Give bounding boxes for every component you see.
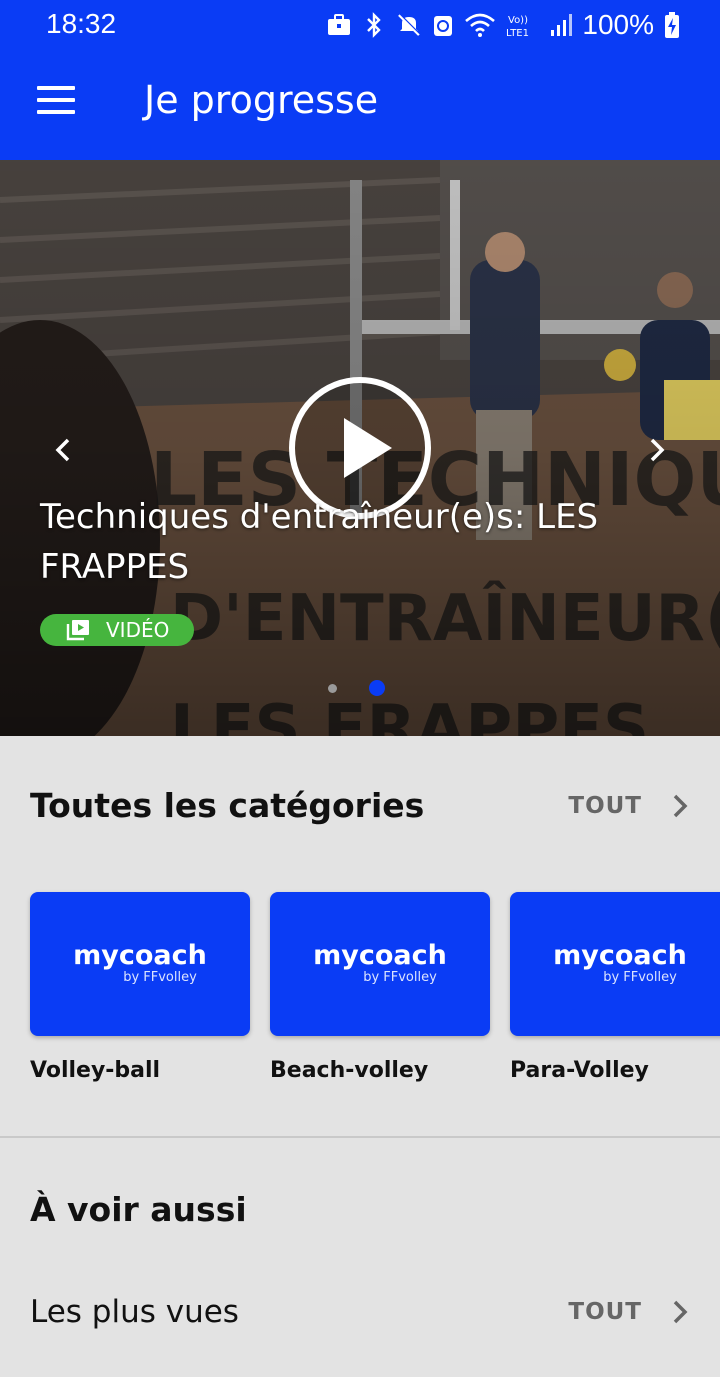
video-badge-label: VIDÉO — [106, 618, 170, 642]
battery-level: 100% — [582, 9, 654, 40]
category-card-para-volley[interactable]: mycoach by FFvolley Para-Volley — [510, 892, 720, 1083]
carousel-dot-active[interactable] — [369, 680, 385, 696]
logo-sub-text: by FFvolley — [603, 970, 677, 985]
svg-text:Vo)): Vo)) — [508, 15, 528, 26]
categories-title: Toutes les catégories — [30, 786, 425, 825]
hamburger-menu-icon[interactable] — [34, 86, 78, 126]
categories-header: Toutes les catégories TOUT — [30, 786, 690, 825]
featured-caption[interactable]: Techniques d'entraîneur(e)s: LES FRAPPES — [40, 492, 660, 592]
category-card-beach-volley[interactable]: mycoach by FFvolley Beach-volley — [270, 892, 490, 1083]
status-icons: Vo)) LTE1 100% — [326, 8, 680, 42]
mycoach-logo: mycoach by FFvolley — [30, 892, 250, 1036]
volte-icon: Vo)) LTE1 — [506, 15, 529, 38]
signal-icon — [551, 14, 573, 36]
mute-icon — [398, 13, 421, 36]
category-card-volley-ball[interactable]: mycoach by FFvolley Volley-ball — [30, 892, 250, 1083]
svg-text:LTE1: LTE1 — [506, 28, 529, 38]
app-bar: Je progresse — [0, 52, 720, 160]
featured-carousel[interactable]: LES TECHNIQUES D'ENTRAÎNEUR(E) LES FRAPP… — [0, 160, 720, 736]
most-viewed-header: Les plus vues TOUT — [30, 1294, 690, 1330]
category-label: Volley-ball — [30, 1058, 161, 1083]
most-viewed-see-all-label: TOUT — [568, 1299, 642, 1325]
logo-sub-text: by FFvolley — [363, 970, 437, 985]
video-badge: VIDÉO — [40, 614, 194, 646]
category-label: Para-Volley — [510, 1058, 649, 1083]
logo-main-text: mycoach — [553, 940, 687, 971]
chevron-right-icon — [673, 794, 688, 817]
carousel-dot[interactable] — [328, 683, 337, 693]
category-list: mycoach by FFvolley Volley-ball mycoach … — [30, 892, 720, 1083]
chevron-right-icon — [673, 1300, 688, 1324]
battery-icon — [665, 12, 679, 38]
bluetooth-icon — [367, 12, 382, 38]
categories-see-all-button[interactable]: TOUT — [568, 792, 690, 820]
video-library-icon — [66, 620, 89, 641]
mycoach-logo: mycoach by FFvolley — [270, 892, 490, 1036]
page-title: Je progresse — [144, 78, 379, 122]
category-label: Beach-volley — [270, 1058, 429, 1083]
mycoach-logo: mycoach by FFvolley — [510, 892, 720, 1036]
carousel-indicator — [328, 680, 385, 696]
logo-sub-text: by FFvolley — [123, 970, 197, 985]
recycle-icon — [434, 16, 453, 36]
categories-see-all-label: TOUT — [568, 792, 642, 819]
most-viewed-title: Les plus vues — [30, 1294, 239, 1330]
section-divider — [0, 1136, 720, 1138]
briefcase-icon — [328, 14, 351, 35]
carousel-next-icon[interactable] — [636, 430, 676, 470]
status-bar: 18:32 Vo)) LTE1 100% — [0, 0, 720, 52]
status-time: 18:32 — [46, 8, 117, 39]
wifi-icon — [465, 13, 496, 37]
see-also-header: À voir aussi — [30, 1190, 690, 1229]
see-also-title: À voir aussi — [30, 1190, 247, 1229]
most-viewed-see-all-button[interactable]: TOUT — [568, 1298, 690, 1326]
logo-main-text: mycoach — [313, 940, 447, 971]
logo-main-text: mycoach — [73, 940, 207, 971]
carousel-previous-icon[interactable] — [44, 430, 84, 470]
